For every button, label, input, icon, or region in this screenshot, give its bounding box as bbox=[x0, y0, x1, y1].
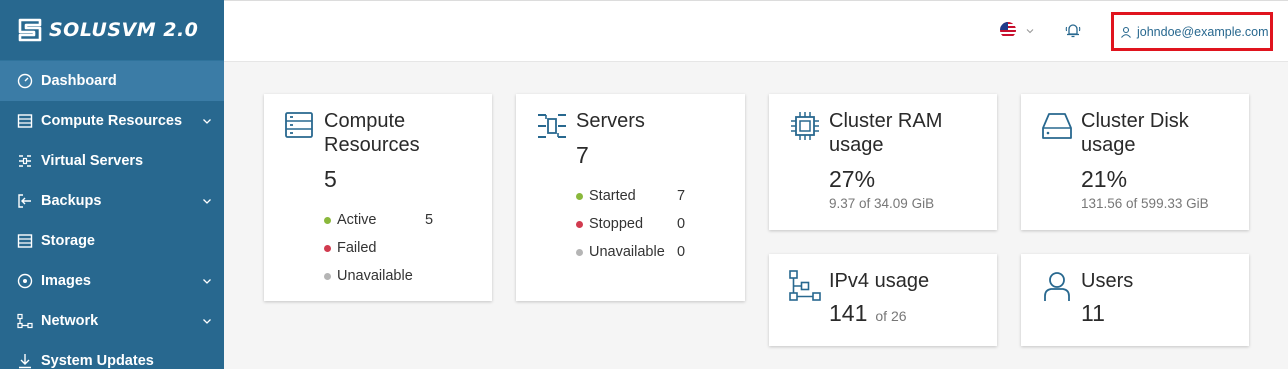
status-dot bbox=[324, 244, 331, 252]
sidebar-item-label: Images bbox=[41, 273, 91, 289]
ipv4-card[interactable]: IPv4 usage 141 of 26 bbox=[769, 254, 997, 346]
sidebar-item-compute-resources[interactable]: Compute Resources bbox=[0, 101, 224, 141]
card-title: Cluster RAM usage bbox=[829, 110, 943, 156]
sidebar-item-label: System Updates bbox=[41, 353, 154, 369]
backups-icon bbox=[18, 194, 31, 208]
card-subtitle: of 26 bbox=[875, 308, 907, 324]
chevron-down-icon bbox=[203, 319, 211, 324]
stat-label: Unavailable bbox=[337, 268, 413, 284]
stat-row-started: Started 7 bbox=[576, 187, 685, 205]
user-icon bbox=[1044, 272, 1070, 301]
stat-count: 7 bbox=[677, 188, 686, 204]
sidebar-nav: Dashboard Compute Resources Virtual Serv… bbox=[0, 61, 224, 369]
network-icon bbox=[17, 313, 33, 329]
status-dot bbox=[576, 192, 583, 200]
chevron-down-icon bbox=[203, 279, 211, 284]
card-title: Servers bbox=[576, 110, 645, 132]
virtual-servers-icon bbox=[19, 155, 31, 167]
card-title: Compute Resources bbox=[324, 110, 420, 156]
system-updates-icon bbox=[19, 354, 31, 369]
sidebar-item-label: Backups bbox=[41, 193, 102, 209]
storage-icon bbox=[17, 234, 33, 248]
cluster-disk-card[interactable]: Cluster Disk usage 21% 131.56 of 599.33 … bbox=[1021, 94, 1249, 230]
stat-label: Active bbox=[337, 212, 377, 228]
us-flag-icon[interactable] bbox=[1000, 22, 1016, 38]
stat-label: Failed bbox=[337, 240, 377, 256]
card-value: 7 bbox=[576, 142, 589, 168]
stat-row-active: Active 5 bbox=[324, 211, 433, 229]
stat-row-failed: Failed bbox=[324, 239, 417, 257]
sidebar-item-label: Network bbox=[41, 313, 99, 329]
stat-count: 0 bbox=[677, 244, 686, 260]
card-value: 27% bbox=[829, 166, 876, 192]
logo-text: SOLUSVM 2.0 bbox=[49, 19, 199, 41]
user-menu[interactable]: johndoe@example.com bbox=[1111, 12, 1273, 51]
stat-label: Unavailable bbox=[589, 244, 665, 260]
sidebar-item-backups[interactable]: Backups bbox=[0, 181, 224, 221]
sidebar-item-images[interactable]: Images bbox=[0, 261, 224, 301]
sidebar-item-label: Dashboard bbox=[41, 73, 117, 89]
virtual-servers-icon bbox=[538, 114, 566, 138]
sidebar-item-virtual-servers[interactable]: Virtual Servers bbox=[0, 141, 224, 181]
status-dot bbox=[576, 248, 583, 256]
card-value-row: 141 of 26 bbox=[829, 300, 907, 327]
sidebar-item-label: Compute Resources bbox=[41, 113, 183, 129]
stat-label: Started bbox=[589, 188, 636, 204]
servers-card[interactable]: Servers 7 Started 7 Stopped 0 Unavailabl… bbox=[516, 94, 745, 301]
card-value: 5 bbox=[324, 166, 337, 192]
sidebar-item-dashboard[interactable]: Dashboard bbox=[0, 61, 224, 101]
card-subtitle: 131.56 of 599.33 GiB bbox=[1081, 196, 1209, 211]
hard-disk-icon bbox=[1042, 113, 1072, 139]
user-icon bbox=[1121, 26, 1131, 38]
status-dot bbox=[324, 216, 331, 224]
cpu-chip-icon bbox=[791, 112, 819, 140]
stat-label: Stopped bbox=[589, 216, 644, 232]
cluster-ram-card[interactable]: Cluster RAM usage 27% 9.37 of 34.09 GiB bbox=[769, 94, 997, 230]
sidebar-item-storage[interactable]: Storage bbox=[0, 221, 224, 261]
compute-resources-card[interactable]: Compute Resources 5 Active 5 Failed Unav… bbox=[264, 94, 492, 301]
sidebar-item-label: Virtual Servers bbox=[41, 153, 144, 169]
user-email: johndoe@example.com bbox=[1137, 24, 1269, 39]
card-value: 21% bbox=[1081, 166, 1128, 192]
dashboard-icon bbox=[17, 73, 33, 89]
compute-resources-icon bbox=[17, 114, 33, 128]
logo[interactable]: SOLUSVM 2.0 bbox=[0, 0, 224, 61]
card-title: Cluster Disk usage bbox=[1081, 110, 1189, 156]
sidebar-item-network[interactable]: Network bbox=[0, 301, 224, 341]
stat-count: 5 bbox=[425, 212, 434, 228]
status-dot bbox=[324, 272, 331, 280]
language-chevron-down-icon[interactable] bbox=[1026, 27, 1034, 35]
card-subtitle: 9.37 of 34.09 GiB bbox=[829, 196, 935, 211]
card-title: Users bbox=[1081, 270, 1134, 292]
chevron-down-icon bbox=[203, 199, 211, 204]
network-icon bbox=[789, 270, 821, 301]
sidebar-item-label: Storage bbox=[41, 233, 95, 249]
images-icon bbox=[17, 273, 33, 289]
stat-count: 0 bbox=[677, 216, 686, 232]
stat-row-unavailable: Unavailable 0 bbox=[576, 243, 685, 261]
compute-resources-icon bbox=[285, 112, 313, 138]
card-title: IPv4 usage bbox=[829, 270, 930, 292]
stat-row-unavailable: Unavailable bbox=[324, 267, 417, 285]
card-value: 141 bbox=[829, 300, 868, 326]
stat-row-stopped: Stopped 0 bbox=[576, 215, 685, 233]
bell-icon[interactable] bbox=[1064, 21, 1082, 39]
card-value: 11 bbox=[1081, 300, 1105, 326]
chevron-down-icon bbox=[203, 119, 211, 124]
sidebar: SOLUSVM 2.0 Dashboard Compute Resources … bbox=[0, 0, 224, 369]
sidebar-item-system-updates[interactable]: System Updates bbox=[0, 341, 224, 369]
solusvm-logo-icon bbox=[18, 18, 42, 42]
users-card[interactable]: Users 11 bbox=[1021, 254, 1249, 346]
status-dot bbox=[576, 220, 583, 228]
topbar: johndoe@example.com bbox=[224, 0, 1288, 62]
